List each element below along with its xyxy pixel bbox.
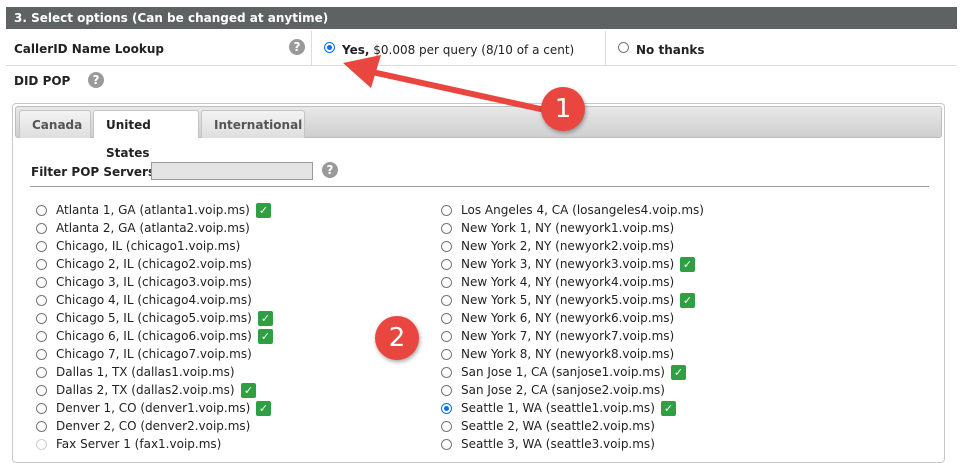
arrow-shaft [369,69,548,113]
annotation-badge-2: 2 [375,316,419,360]
annotation-arrow [343,55,548,113]
annotation-badge-1: 1 [541,87,585,131]
arrow-head [343,55,381,88]
